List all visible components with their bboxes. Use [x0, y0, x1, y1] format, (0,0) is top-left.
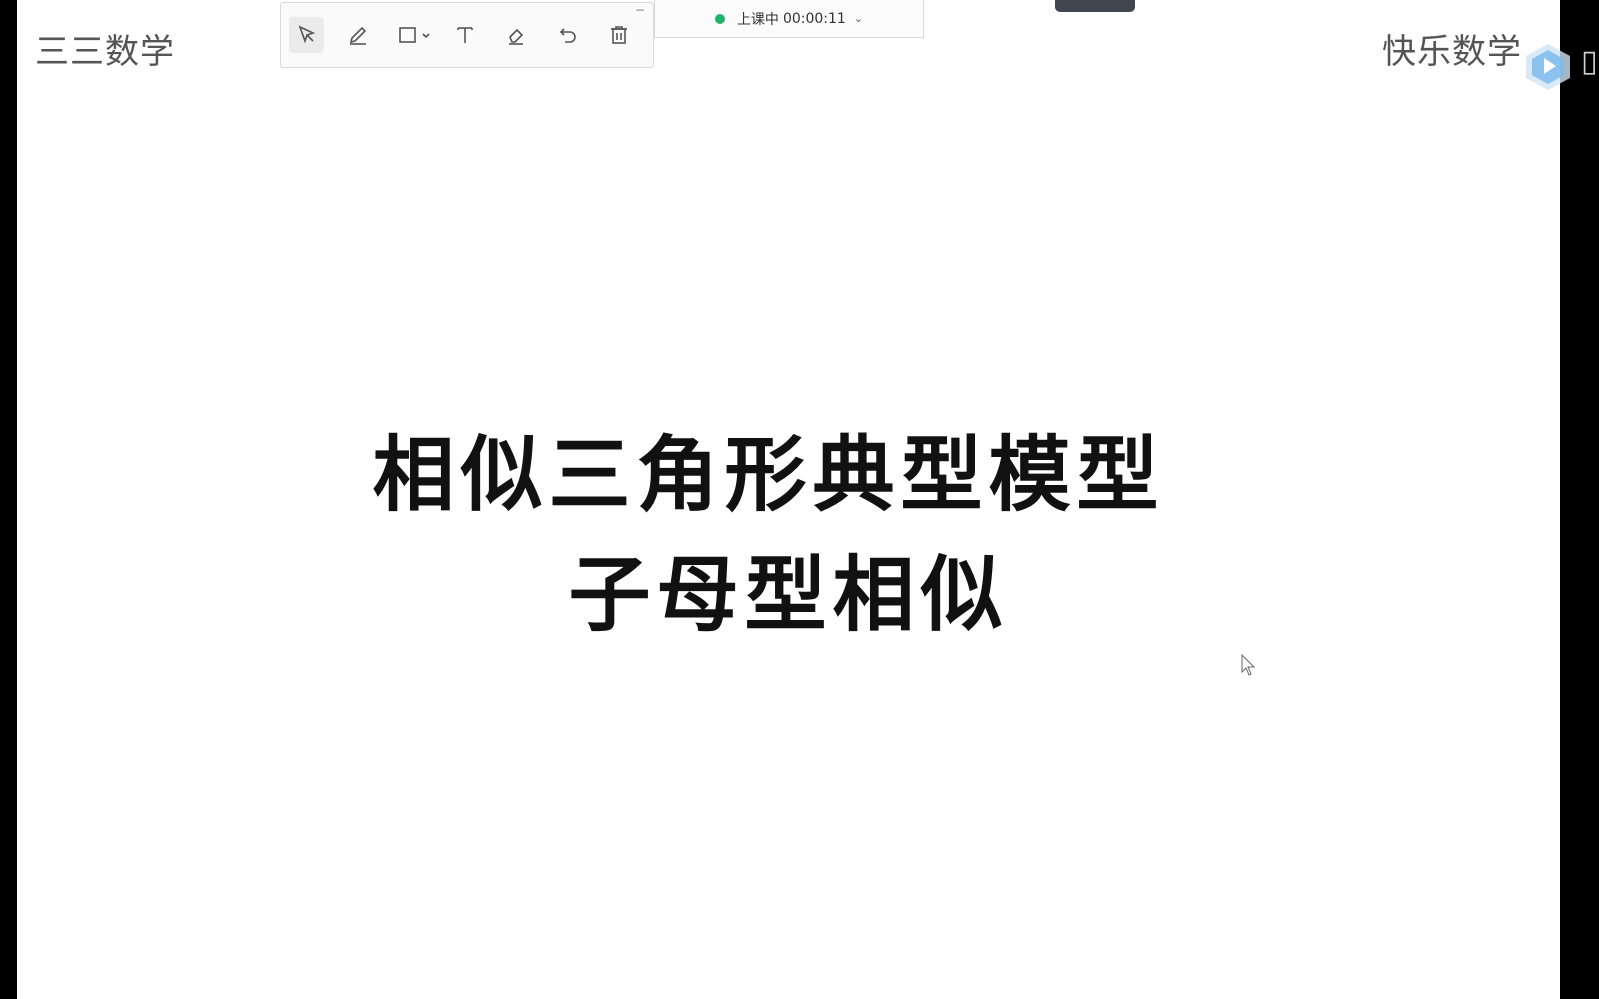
select-tool-button[interactable]	[289, 17, 325, 53]
camera-tab-handle[interactable]	[1055, 0, 1135, 12]
delete-icon	[611, 26, 628, 44]
pen-icon	[350, 26, 367, 45]
toolbar-minimize-button[interactable]: −	[635, 4, 645, 16]
slide-header-left: 三三数学	[35, 32, 175, 72]
slide-title: 相似三角形典型模型	[372, 427, 1165, 523]
rectangle-icon	[398, 27, 430, 43]
slide-header-right: 快乐数学	[1382, 32, 1522, 72]
class-status-pill[interactable]: 上课中 00:00:11 ⌄	[654, 0, 924, 38]
undo-tool-button[interactable]	[550, 17, 585, 53]
slide-subtitle: 子母型相似	[568, 547, 1009, 643]
screen: 三三数学 快乐数学 相似三角形典型模型 子母型相似 − 上课中 00:00:11…	[0, 0, 1599, 999]
app-logo-icon	[1526, 44, 1570, 90]
chevron-down-icon: ⌄	[853, 12, 864, 25]
clear-tool-button[interactable]	[602, 17, 637, 53]
class-status-label: 上课中	[736, 11, 779, 28]
select-icon	[298, 25, 315, 44]
pen-tool-button[interactable]	[340, 17, 375, 53]
shape-tool-button[interactable]	[392, 17, 439, 53]
text-icon	[457, 27, 473, 43]
mouse-cursor-icon	[1241, 654, 1256, 676]
drawing-toolbar: −	[280, 2, 654, 68]
text-tool-button[interactable]	[447, 17, 482, 53]
eraser-icon	[509, 28, 524, 45]
live-status-dot	[714, 13, 725, 24]
class-timer: 00:00:11	[782, 10, 846, 27]
side-panel-edge[interactable]: ▯	[1581, 44, 1598, 79]
undo-icon	[559, 28, 576, 43]
slide-canvas[interactable]: 三三数学 快乐数学 相似三角形典型模型 子母型相似	[17, 0, 1560, 999]
eraser-tool-button[interactable]	[499, 17, 534, 53]
